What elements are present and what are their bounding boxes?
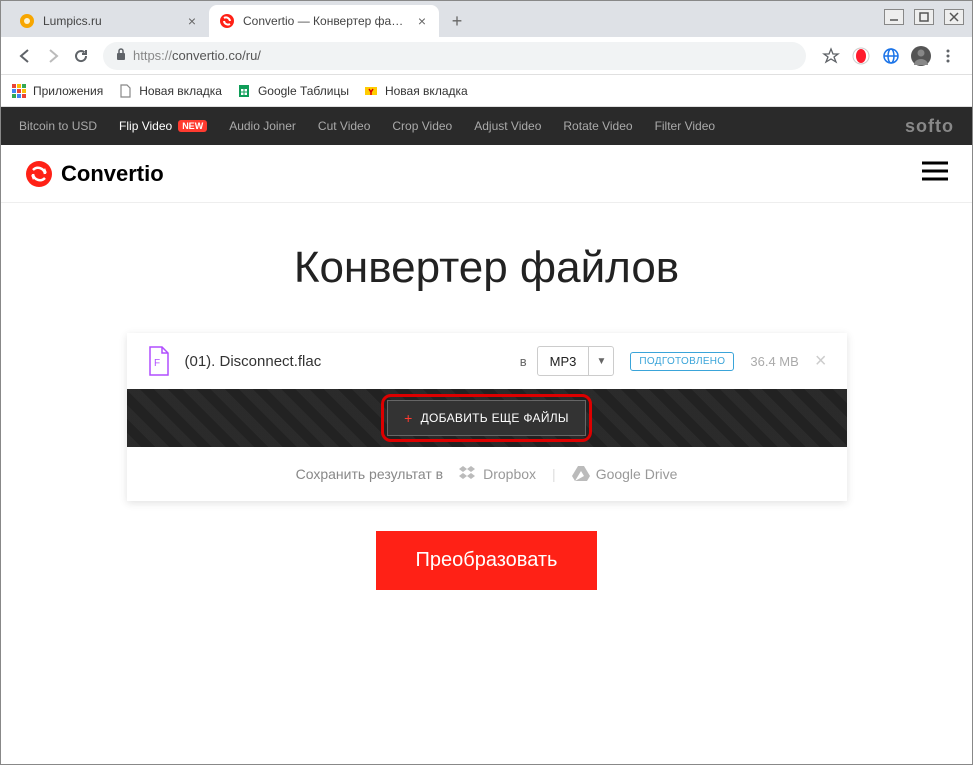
extension-globe-icon[interactable] (878, 43, 904, 69)
content-area: Конвертер файлов F (01). Disconnect.flac… (1, 203, 972, 590)
dropbox-icon (459, 465, 477, 484)
format-select[interactable]: MP3 ▼ (537, 346, 615, 376)
bookmark-label: Google Таблицы (258, 84, 349, 98)
tab-close-icon[interactable]: × (185, 14, 199, 28)
chevron-down-icon[interactable]: ▼ (589, 347, 613, 375)
promo-link-crop-video[interactable]: Crop Video (392, 119, 452, 133)
file-name: (01). Disconnect.flac (185, 353, 510, 370)
bookmark-label: Новая вкладка (139, 84, 222, 98)
promo-link-filter-video[interactable]: Filter Video (655, 119, 715, 133)
bookmark-new-tab[interactable]: Новая вкладка (117, 83, 222, 99)
logo-text: Convertio (61, 161, 164, 187)
google-drive-icon (572, 465, 590, 484)
file-card: F (01). Disconnect.flac в MP3 ▼ ПОДГОТОВ… (127, 333, 847, 501)
browser-menu-button[interactable] (934, 42, 962, 70)
tab-title: Convertio — Конвертер файлов (243, 14, 409, 28)
new-badge: NEW (178, 120, 207, 132)
favicon-icon (19, 13, 35, 29)
dropbox-label: Dropbox (483, 466, 536, 482)
format-value: MP3 (538, 347, 590, 375)
save-label: Сохранить результат в (296, 466, 444, 482)
favicon-icon (219, 13, 235, 29)
page-icon (117, 83, 133, 99)
highlight-annotation: + ДОБАВИТЬ ЕЩЕ ФАЙЛЫ (381, 394, 592, 442)
page-title: Конвертер файлов (1, 243, 972, 293)
add-more-row: + ДОБАВИТЬ ЕЩЕ ФАЙЛЫ (127, 389, 847, 447)
file-icon: F (147, 346, 171, 376)
add-more-label: ДОБАВИТЬ ЕЩЕ ФАЙЛЫ (421, 411, 569, 425)
tab-convertio[interactable]: Convertio — Конвертер файлов × (209, 5, 439, 37)
status-badge: ПОДГОТОВЛЕНО (630, 352, 734, 371)
forward-button[interactable] (39, 42, 67, 70)
window-close-button[interactable] (944, 9, 964, 25)
site-header: Convertio (1, 145, 972, 203)
promo-link-audio-joiner[interactable]: Audio Joiner (229, 119, 296, 133)
url-text: convertio.co/ru/ (172, 48, 794, 63)
convertio-logo-icon (25, 160, 53, 188)
bookmark-yandex-tab[interactable]: Новая вкладка (363, 83, 468, 99)
add-more-files-button[interactable]: + ДОБАВИТЬ ЕЩЕ ФАЙЛЫ (387, 400, 586, 436)
new-tab-button[interactable]: + (443, 7, 471, 35)
save-target-gdrive[interactable]: Google Drive (572, 465, 678, 484)
gdrive-label: Google Drive (596, 466, 678, 482)
bookmark-google-sheets[interactable]: Google Таблицы (236, 83, 349, 99)
back-button[interactable] (11, 42, 39, 70)
save-row: Сохранить результат в Dropbox | Google D… (127, 447, 847, 501)
tab-strip: Lumpics.ru × Convertio — Конвертер файло… (1, 1, 972, 37)
apps-icon (11, 83, 27, 99)
divider: | (552, 466, 556, 482)
address-bar: https://convertio.co/ru/ (1, 37, 972, 75)
star-button[interactable] (818, 43, 844, 69)
sheets-icon (236, 83, 252, 99)
file-row: F (01). Disconnect.flac в MP3 ▼ ПОДГОТОВ… (127, 333, 847, 389)
url-prefix: https:// (133, 48, 172, 63)
reload-button[interactable] (67, 42, 95, 70)
bookmark-label: Новая вкладка (385, 84, 468, 98)
promo-link-flip[interactable]: Flip Video NEW (119, 119, 207, 133)
file-size: 36.4 MB (750, 354, 798, 369)
bookmarks-bar: Приложения Новая вкладка Google Таблицы … (1, 75, 972, 107)
promo-link-bitcoin[interactable]: Bitcoin to USD (19, 119, 97, 133)
promo-link-label: Flip Video (119, 119, 172, 133)
window-maximize-button[interactable] (914, 9, 934, 25)
extension-opera-icon[interactable] (848, 43, 874, 69)
lock-icon (115, 47, 127, 64)
bookmark-label: Приложения (33, 84, 103, 98)
promo-link-cut-video[interactable]: Cut Video (318, 119, 370, 133)
bookmark-apps[interactable]: Приложения (11, 83, 103, 99)
promo-link-rotate-video[interactable]: Rotate Video (563, 119, 632, 133)
svg-text:F: F (154, 358, 160, 369)
profile-avatar[interactable] (908, 43, 934, 69)
tab-close-icon[interactable]: × (415, 14, 429, 28)
window-minimize-button[interactable] (884, 9, 904, 25)
tab-lumpics[interactable]: Lumpics.ru × (9, 5, 209, 37)
logo[interactable]: Convertio (25, 160, 164, 188)
promo-link-adjust-video[interactable]: Adjust Video (474, 119, 541, 133)
url-box[interactable]: https://convertio.co/ru/ (103, 42, 806, 70)
yandex-icon (363, 83, 379, 99)
remove-file-button[interactable]: × (815, 350, 827, 373)
softo-brand: softo (905, 116, 954, 137)
hamburger-menu-button[interactable] (922, 161, 948, 186)
to-label: в (520, 354, 527, 369)
tab-title: Lumpics.ru (43, 14, 179, 28)
promo-bar: Bitcoin to USD Flip Video NEW Audio Join… (1, 107, 972, 145)
plus-icon: + (404, 410, 412, 426)
convert-button[interactable]: Преобразовать (376, 531, 598, 590)
save-target-dropbox[interactable]: Dropbox (459, 465, 536, 484)
